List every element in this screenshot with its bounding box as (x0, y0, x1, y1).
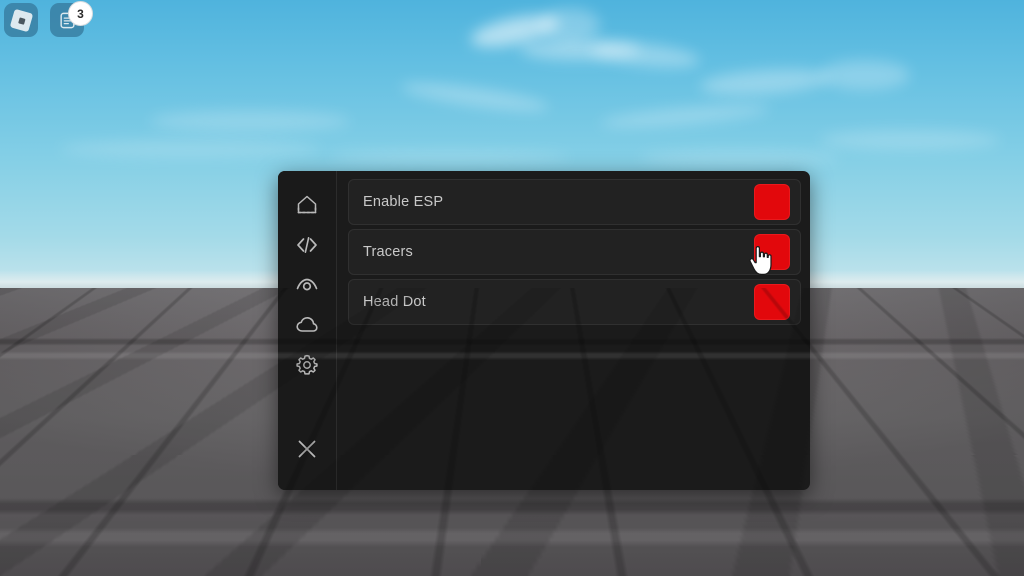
cheat-menu-panel: Enable ESP Tracers Head Dot (278, 171, 810, 490)
cloud (599, 100, 771, 132)
close-icon (298, 440, 316, 458)
option-row-enable-esp[interactable]: Enable ESP (348, 179, 801, 225)
cloud (820, 60, 910, 90)
sidebar-item-settings[interactable] (288, 346, 326, 384)
panel-content: Enable ESP Tracers Head Dot (337, 171, 810, 490)
cloud (150, 110, 350, 132)
toggle-tracers[interactable] (754, 234, 790, 270)
gear-icon (296, 354, 318, 375)
eye-icon (296, 278, 318, 291)
option-row-head-dot[interactable]: Head Dot (348, 279, 801, 325)
roblox-menu-button[interactable] (4, 3, 38, 37)
cloud (540, 8, 600, 42)
option-label: Tracers (363, 244, 414, 260)
cloud (60, 140, 320, 158)
cloud-icon (296, 317, 318, 332)
sidebar-item-cloud[interactable] (288, 306, 326, 344)
cloud (399, 77, 551, 117)
roblox-logo-icon (9, 8, 33, 32)
cloud (820, 130, 1000, 150)
code-icon (297, 237, 317, 254)
home-icon (297, 195, 317, 214)
cloud (640, 150, 840, 166)
toggle-enable-esp[interactable] (754, 184, 790, 220)
panel-sidebar (278, 171, 337, 490)
cloud (699, 65, 831, 99)
cloud (330, 150, 570, 164)
toggle-head-dot[interactable] (754, 284, 790, 320)
sidebar-item-home[interactable] (288, 186, 326, 224)
close-button[interactable] (288, 430, 326, 468)
option-label: Enable ESP (363, 194, 444, 210)
option-label: Head Dot (363, 294, 426, 310)
option-row-tracers[interactable]: Tracers (348, 229, 801, 275)
sidebar-item-scripts[interactable] (288, 226, 326, 264)
chat-badge-count: 3 (68, 1, 93, 26)
sidebar-item-visuals[interactable] (288, 266, 326, 304)
cloud (589, 38, 701, 72)
